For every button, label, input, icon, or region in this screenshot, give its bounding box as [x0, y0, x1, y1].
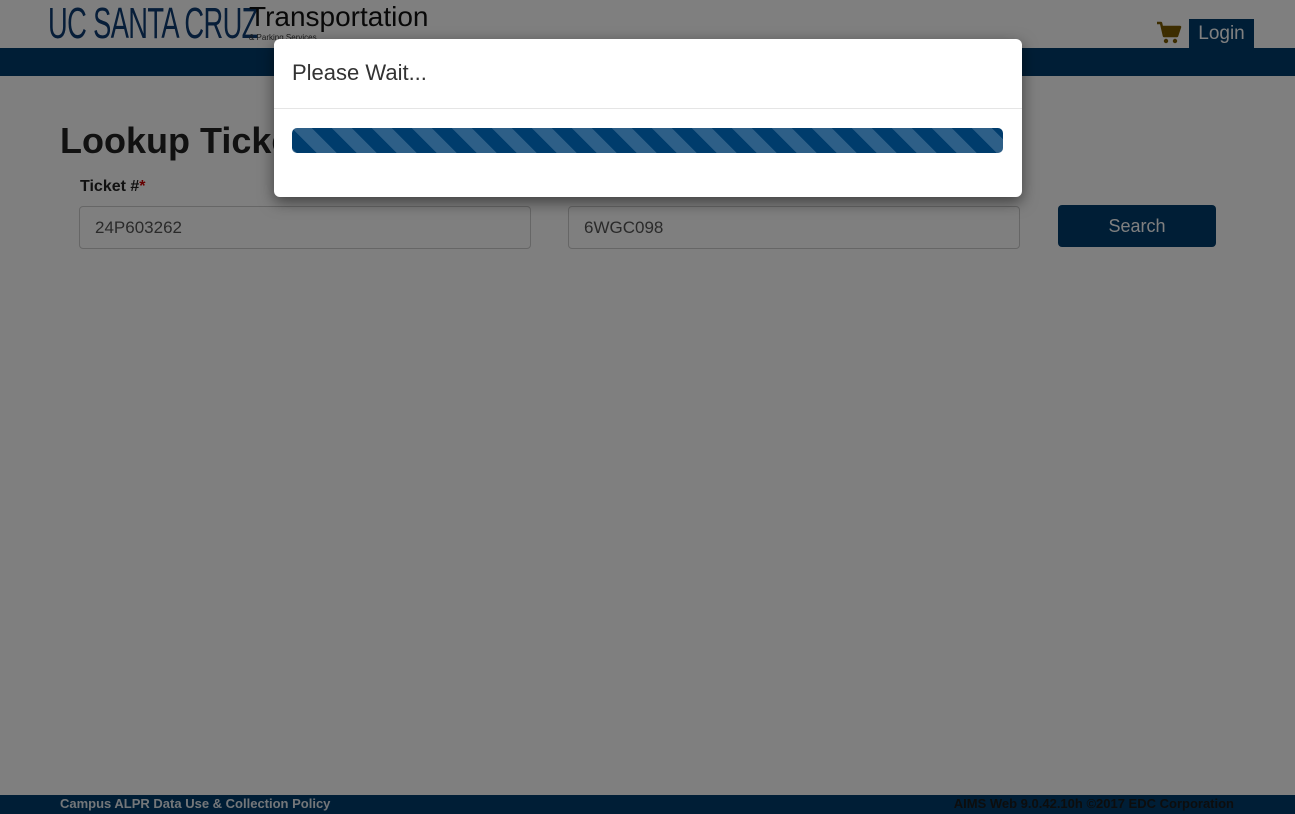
please-wait-dialog: Please Wait...: [274, 39, 1022, 197]
progress-bar: [292, 128, 1003, 153]
progress-fill: [292, 128, 1003, 153]
modal-title: Please Wait...: [292, 60, 427, 85]
modal-header: Please Wait...: [274, 39, 1022, 109]
